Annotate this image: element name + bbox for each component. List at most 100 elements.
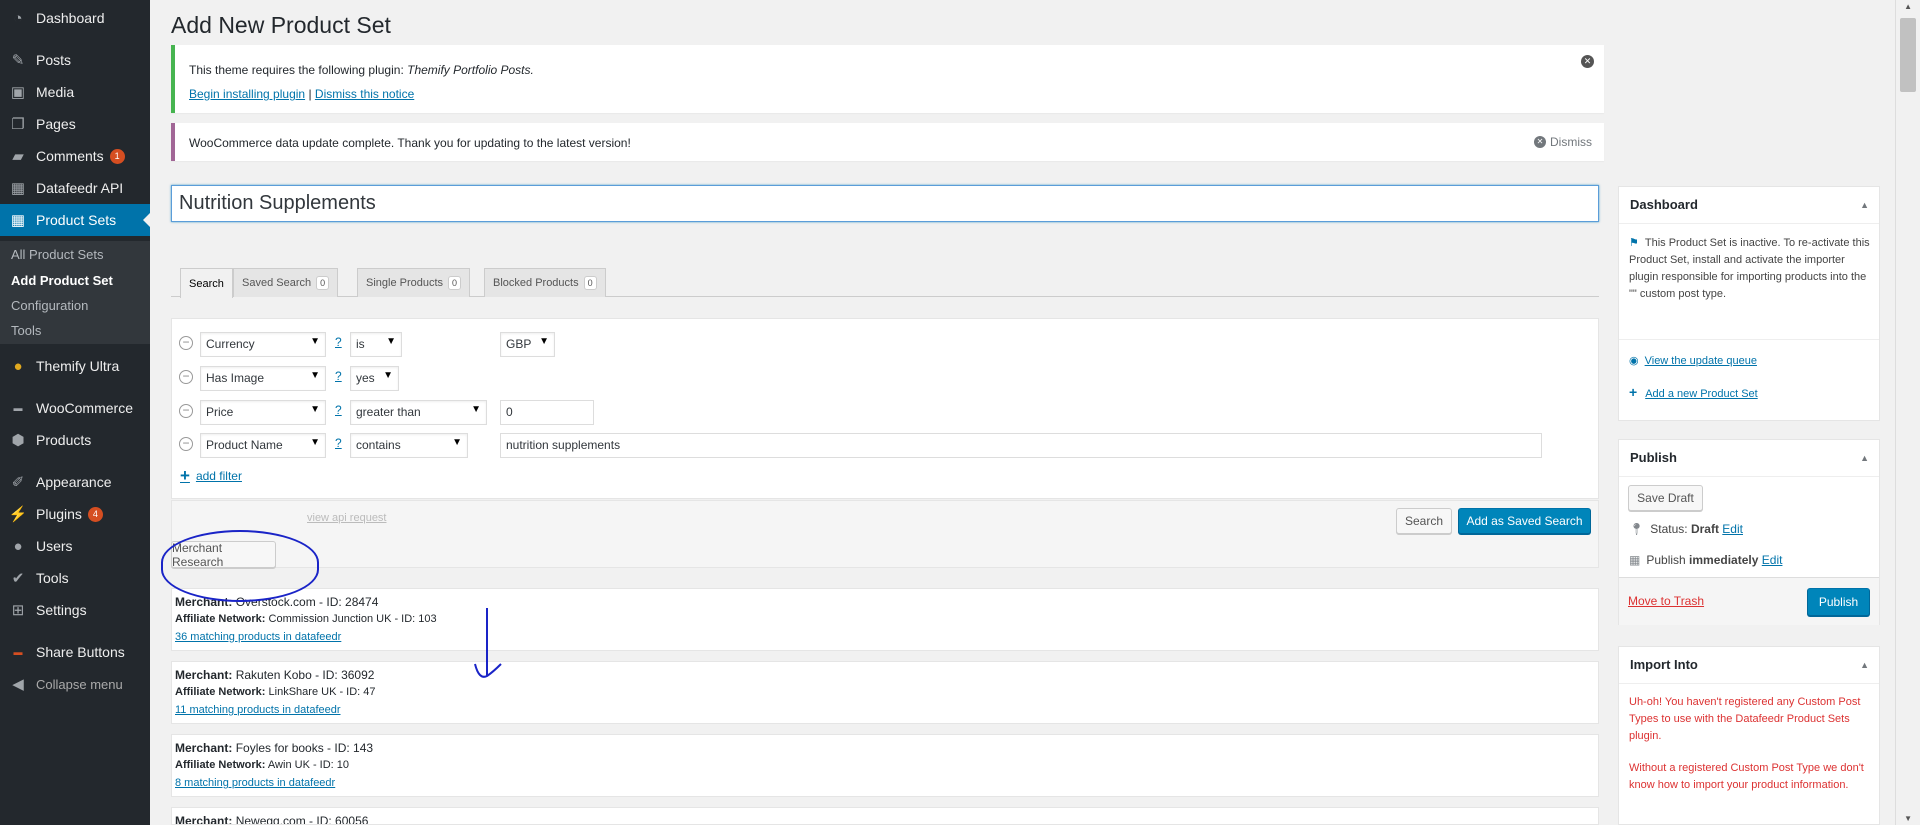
dismiss-notice-link[interactable]: Dismiss this notice xyxy=(315,87,414,101)
sidebar-item-media[interactable]: ▣ Media xyxy=(0,76,150,108)
merchant-name-line: Merchant: Overstock.com - ID: 28474 xyxy=(175,595,378,609)
help-link[interactable]: ? xyxy=(335,436,342,450)
dropdown-arrow-icon: ▼ xyxy=(452,437,462,448)
submenu-add-product-set[interactable]: Add Product Set xyxy=(11,273,113,288)
sidebar-item-product-sets[interactable]: ▦ Product Sets xyxy=(0,204,150,236)
merchant-label: Merchant: xyxy=(175,595,233,609)
sidebar-item-appearance[interactable]: ✐ Appearance xyxy=(0,466,150,498)
collapse-arrow-icon[interactable]: ▲ xyxy=(1860,200,1869,210)
submenu-configuration[interactable]: Configuration xyxy=(11,298,88,313)
sidebar-item-users[interactable]: ● Users xyxy=(0,530,150,562)
help-link[interactable]: ? xyxy=(335,369,342,383)
merchant-result: Merchant: Rakuten Kobo - ID: 36092 Affil… xyxy=(171,661,1599,724)
sidebar-item-comments[interactable]: ▰ Comments 1 xyxy=(0,140,150,172)
help-link[interactable]: ? xyxy=(335,335,342,349)
filter-row-currency: − Currency ▼ ? is ▼ GBP ▼ xyxy=(172,331,1600,357)
matching-products-link[interactable]: 36 matching products in datafeedr xyxy=(175,631,341,643)
dropdown-arrow-icon: ▼ xyxy=(310,437,320,448)
sidebar-item-plugins[interactable]: ⚡ Plugins 4 xyxy=(0,498,150,530)
merchant-research-button[interactable]: Merchant Research xyxy=(171,541,276,569)
collapse-arrow-icon[interactable]: ▲ xyxy=(1860,453,1869,463)
tab-saved-search[interactable]: Saved Search 0 xyxy=(233,268,339,297)
sidebar-item-pages[interactable]: ❐ Pages xyxy=(0,108,150,140)
remove-filter-icon[interactable]: − xyxy=(179,437,193,451)
woocommerce-dismiss-button[interactable]: ✕ Dismiss xyxy=(1534,135,1592,149)
publish-actions: Move to Trash Publish xyxy=(1619,577,1879,625)
filter-value-select[interactable]: GBP ▼ xyxy=(500,332,555,357)
scroll-down-icon[interactable]: ▼ xyxy=(1904,814,1912,823)
plugin-notice-links: Begin installing plugin | Dismiss this n… xyxy=(189,87,414,101)
sidebar-item-settings[interactable]: ⊞ Settings xyxy=(0,594,150,626)
select-value: yes xyxy=(356,371,375,385)
select-value: GBP xyxy=(506,337,532,351)
view-update-queue-link[interactable]: View the update queue xyxy=(1645,355,1757,367)
tab-label: Saved Search xyxy=(242,277,312,289)
tab-blocked-products[interactable]: Blocked Products 0 xyxy=(484,268,606,297)
submenu-all-product-sets[interactable]: All Product Sets xyxy=(11,247,104,262)
filter-value-input[interactable]: nutrition supplements xyxy=(500,433,1542,458)
sidebar-item-label: Posts xyxy=(36,52,72,68)
page-scrollbar[interactable]: ▲ ▼ xyxy=(1895,0,1920,825)
plus-icon: + xyxy=(180,466,190,485)
import-into-box-title: Import Into xyxy=(1619,647,1879,684)
tab-single-products[interactable]: Single Products 0 xyxy=(357,268,471,297)
dashboard-box-title: Dashboard xyxy=(1619,187,1879,224)
help-link[interactable]: ? xyxy=(335,403,342,417)
edit-status-link[interactable]: Edit xyxy=(1722,522,1743,536)
filter-field-select[interactable]: Product Name ▼ xyxy=(200,433,326,458)
sidebar-item-share-buttons[interactable]: ▬ Share Buttons xyxy=(0,636,150,668)
remove-filter-icon[interactable]: − xyxy=(179,404,193,418)
view-api-request-link[interactable]: view api request xyxy=(307,512,387,524)
remove-filter-icon[interactable]: − xyxy=(179,370,193,384)
begin-installing-plugin-link[interactable]: Begin installing plugin xyxy=(189,87,305,101)
move-to-trash-link[interactable]: Move to Trash xyxy=(1628,594,1704,608)
tab-count: 0 xyxy=(316,276,330,290)
select-value: contains xyxy=(356,438,401,452)
collapse-arrow-icon[interactable]: ▲ xyxy=(1860,660,1869,670)
edit-publish-date-link[interactable]: Edit xyxy=(1762,553,1783,567)
sidebar-item-tools[interactable]: ✔ Tools xyxy=(0,562,150,594)
filter-field-select[interactable]: Price ▼ xyxy=(200,400,326,425)
add-filter-link[interactable]: + add filter xyxy=(180,466,242,485)
filter-value-input[interactable]: 0 xyxy=(500,400,594,425)
filter-operator-select[interactable]: contains ▼ xyxy=(350,433,468,458)
tab-search[interactable]: Search xyxy=(180,268,233,298)
filter-operator-select[interactable]: greater than ▼ xyxy=(350,400,487,425)
matching-products-line: 36 matching products in datafeedr xyxy=(175,631,341,643)
sidebar-collapse-menu[interactable]: ◀ Collapse menu xyxy=(0,668,150,700)
comment-icon: ▰ xyxy=(12,148,24,165)
sidebar-item-datafeedr-api[interactable]: ▦ Datafeedr API xyxy=(0,172,150,204)
collapse-icon: ◀ xyxy=(12,676,24,693)
matching-products-link[interactable]: 8 matching products in datafeedr xyxy=(175,777,335,789)
link-separator: | xyxy=(308,87,312,101)
remove-filter-icon[interactable]: − xyxy=(179,336,193,350)
publish-button[interactable]: Publish xyxy=(1807,588,1870,616)
settings-icon: ⊞ xyxy=(11,602,25,619)
filter-operator-select[interactable]: is ▼ xyxy=(350,332,402,357)
woocommerce-notice-text: WooCommerce data update complete. Thank … xyxy=(189,136,631,150)
matching-products-link[interactable]: 11 matching products in datafeedr xyxy=(175,704,341,716)
filter-field-select[interactable]: Has Image ▼ xyxy=(200,366,326,391)
sidebar-item-dashboard[interactable]: ◔ Dashboard xyxy=(0,2,150,34)
sidebar-item-themify-ultra[interactable]: ● Themify Ultra xyxy=(0,350,150,382)
merchant-result: Merchant: Newegg.com - ID: 60056 xyxy=(171,807,1599,825)
filter-field-select[interactable]: Currency ▼ xyxy=(200,332,326,357)
sidebar-item-label: Appearance xyxy=(36,474,112,490)
scrollbar-thumb[interactable] xyxy=(1900,18,1916,92)
sidebar-item-woocommerce[interactable]: ▬ WooCommerce xyxy=(0,392,150,424)
save-draft-button[interactable]: Save Draft xyxy=(1628,485,1703,511)
select-value: Has Image xyxy=(206,371,265,385)
close-icon[interactable]: ✕ xyxy=(1581,55,1594,68)
add-new-product-set-link[interactable]: Add a new Product Set xyxy=(1645,388,1758,400)
scroll-up-icon[interactable]: ▲ xyxy=(1904,2,1912,11)
merchant-label: Merchant: xyxy=(175,668,233,682)
add-as-saved-search-button[interactable]: Add as Saved Search xyxy=(1458,508,1591,534)
product-set-title-input[interactable] xyxy=(171,185,1599,222)
sidebar-item-posts[interactable]: ✎ Posts xyxy=(0,44,150,76)
search-button[interactable]: Search xyxy=(1396,508,1452,534)
filter-operator-select[interactable]: yes ▼ xyxy=(350,366,399,391)
affiliate-network-line: Affiliate Network: LinkShare UK - ID: 47 xyxy=(175,686,376,698)
submenu-tools[interactable]: Tools xyxy=(11,323,41,338)
sidebar-item-products[interactable]: ⬢ Products xyxy=(0,424,150,456)
divider xyxy=(1619,339,1879,340)
